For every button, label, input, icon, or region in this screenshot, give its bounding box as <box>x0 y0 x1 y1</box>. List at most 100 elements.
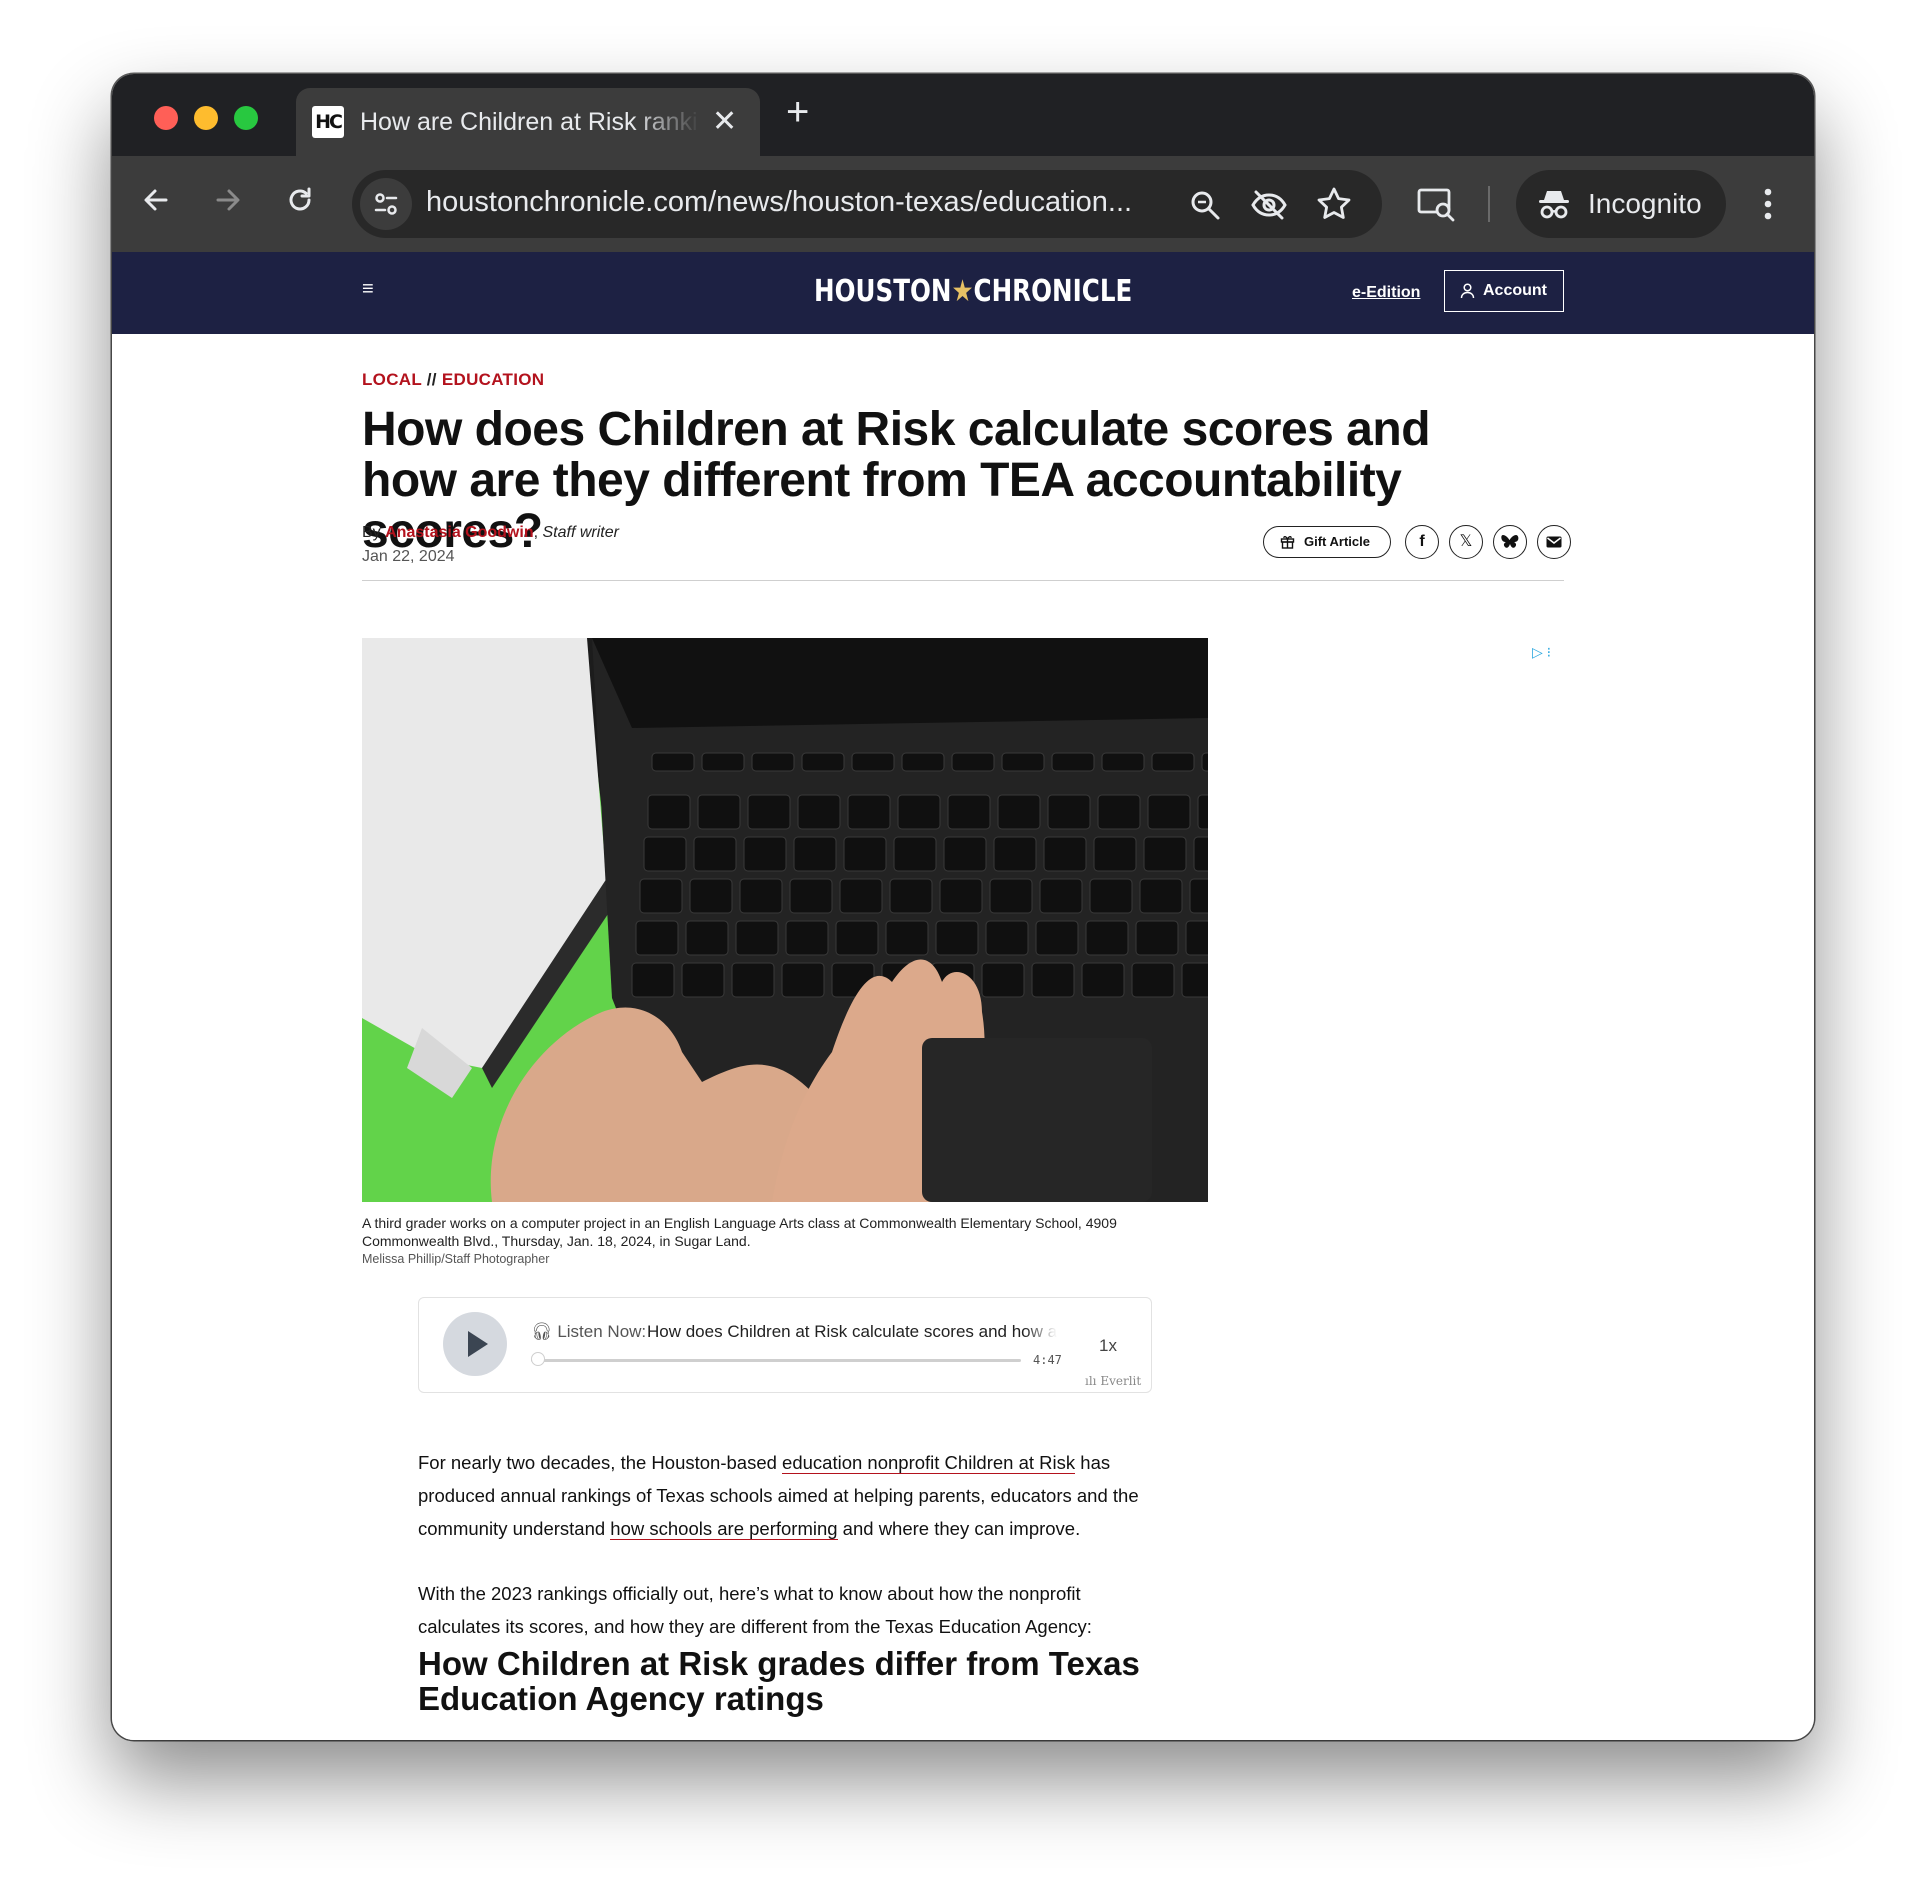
link-children-at-risk[interactable]: education nonprofit Children at Risk <box>782 1452 1076 1474</box>
logo-text-left: HOUSTON <box>814 274 952 309</box>
close-tab-icon[interactable]: ✕ <box>712 104 737 139</box>
close-window-button[interactable] <box>154 106 178 130</box>
keyboard-key <box>1031 962 1075 998</box>
progress-track[interactable] <box>531 1359 1021 1362</box>
butterfly-glyph <box>1501 535 1519 548</box>
browser-toolbar: houstonchronicle.com/news/houston-texas/… <box>112 156 1814 252</box>
site-logo[interactable]: HOUSTON★CHRONICLE <box>814 274 1132 309</box>
keyboard-key <box>735 920 779 956</box>
favicon-icon: HC <box>312 106 344 138</box>
publish-date: Jan 22, 2024 <box>362 548 455 565</box>
keyboard-key <box>1147 794 1191 830</box>
article-photo[interactable] <box>362 638 1208 1202</box>
keyboard-key <box>647 794 691 830</box>
keyboard-key <box>1093 836 1137 872</box>
site-info-button[interactable] <box>360 178 412 230</box>
laptop-keyboard-image <box>362 638 1208 1202</box>
keyboard-key <box>1089 878 1133 914</box>
play-button[interactable] <box>443 1312 507 1376</box>
breadcrumb-local[interactable]: LOCAL <box>362 370 422 389</box>
address-bar[interactable]: houstonchronicle.com/news/houston-texas/… <box>352 170 1382 238</box>
x-icon[interactable]: 𝕏 <box>1449 525 1483 559</box>
author-role: Staff writer <box>542 524 619 541</box>
link-school-performance[interactable]: how schools are performing <box>610 1518 838 1540</box>
breadcrumb: LOCAL // EDUCATION <box>362 370 544 390</box>
email-icon[interactable] <box>1537 525 1571 559</box>
facebook-icon[interactable]: f <box>1405 525 1439 559</box>
keyboard-key <box>731 962 775 998</box>
paragraph-1: For nearly two decades, the Houston-base… <box>418 1446 1158 1545</box>
keyboard-key <box>701 752 745 772</box>
hamburger-menu-icon[interactable]: ≡ <box>362 278 374 301</box>
keyboard-key <box>631 962 675 998</box>
keyboard-key <box>993 836 1037 872</box>
keyboard-key <box>789 878 833 914</box>
keyboard-key <box>689 878 733 914</box>
keyboard-key <box>685 920 729 956</box>
keyboard-key <box>1143 836 1187 872</box>
ad-choices-icon[interactable]: ▷ ⁝ <box>1532 644 1551 661</box>
keyboard-key <box>697 794 741 830</box>
section-subhead: How Children at Risk grades differ from … <box>418 1645 1140 1717</box>
keyboard-key <box>1139 878 1183 914</box>
breadcrumb-separator: // <box>426 370 437 389</box>
keyboard-key <box>1197 794 1208 830</box>
playback-speed-button[interactable]: 1x <box>1099 1336 1117 1356</box>
keyboard-key <box>985 920 1029 956</box>
keyboard-key <box>1051 752 1095 772</box>
reload-icon[interactable] <box>284 184 316 216</box>
gift-article-button[interactable]: Gift Article <box>1263 526 1391 558</box>
eye-off-icon[interactable] <box>1250 186 1288 224</box>
arrow-left-icon[interactable] <box>140 184 172 216</box>
keyboard-key <box>1135 920 1179 956</box>
sound-bars-icon: ılı <box>1085 1374 1097 1388</box>
keyboard-key <box>1193 836 1208 872</box>
paragraph-2: With the 2023 rankings officially out, h… <box>418 1583 1092 1637</box>
zoom-icon[interactable] <box>1188 188 1222 222</box>
everlit-label: Everlit <box>1100 1374 1142 1388</box>
listen-now-text: Listen Now: <box>557 1322 647 1341</box>
progress-handle[interactable] <box>531 1352 545 1366</box>
logo-text-right: CHRONICLE <box>973 274 1133 309</box>
keyboard-key <box>639 878 683 914</box>
keyboard-key <box>693 836 737 872</box>
keyboard-key <box>1185 920 1208 956</box>
gift-article-label: Gift Article <box>1304 534 1370 549</box>
keyboard-key <box>739 878 783 914</box>
keyboard-key <box>751 752 795 772</box>
keyboard-key <box>947 794 991 830</box>
keyboard-key <box>681 962 725 998</box>
browser-window: HC How are Children at Risk rankings ✕ + <box>112 74 1814 1740</box>
url-text[interactable]: houstonchronicle.com/news/houston-texas/… <box>426 186 1166 222</box>
bluesky-icon[interactable] <box>1493 525 1527 559</box>
keyboard-key <box>885 920 929 956</box>
minimize-window-button[interactable] <box>194 106 218 130</box>
envelope-glyph <box>1546 536 1562 548</box>
arrow-right-icon[interactable] <box>212 184 244 216</box>
keyboard-key <box>793 836 837 872</box>
new-tab-button[interactable]: + <box>786 92 809 132</box>
tab-active[interactable]: HC How are Children at Risk rankings ✕ <box>296 88 760 156</box>
account-button[interactable]: Account <box>1444 270 1564 312</box>
eedition-link[interactable]: e-Edition <box>1352 284 1420 302</box>
breadcrumb-education[interactable]: EDUCATION <box>442 370 545 389</box>
listen-now-label: 🎧︎ Listen Now: <box>531 1322 646 1342</box>
search-page-icon[interactable] <box>1416 184 1456 224</box>
keyboard-key <box>935 920 979 956</box>
keyboard-key <box>1201 752 1208 772</box>
keyboard-key <box>797 794 841 830</box>
incognito-label: Incognito <box>1588 188 1702 219</box>
everlit-brand[interactable]: ılı Everlit <box>1085 1374 1141 1388</box>
site-header: ≡ HOUSTON★CHRONICLE e-Edition Account <box>112 252 1814 334</box>
author-link[interactable]: Anastasia Goodwin <box>385 524 533 541</box>
keyboard-key <box>1035 920 1079 956</box>
maximize-window-button[interactable] <box>234 106 258 130</box>
keyboard-key <box>839 878 883 914</box>
kebab-icon[interactable] <box>1762 184 1774 224</box>
incognito-profile-button[interactable]: Incognito <box>1516 170 1726 238</box>
tab-strip: HC How are Children at Risk rankings ✕ + <box>112 74 1814 156</box>
keyboard-key <box>943 836 987 872</box>
star-icon[interactable] <box>1316 186 1352 222</box>
keyboard-key <box>635 920 679 956</box>
logo-star-icon: ★ <box>951 274 974 309</box>
